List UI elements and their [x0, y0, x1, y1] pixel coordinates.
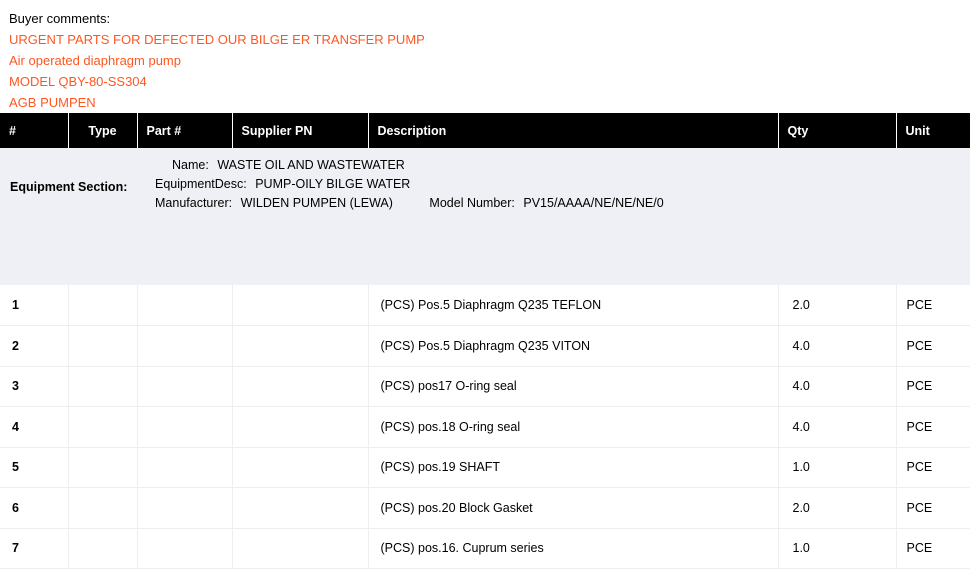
cell-part-number: [137, 528, 233, 569]
buyer-comment-line-4: AGB PUMPEN: [9, 95, 96, 110]
table-body: Equipment Section: Name: WASTE OIL AND W…: [0, 148, 970, 569]
cell-part-number: [137, 285, 233, 326]
table-header: # Type Part # Supplier PN Description Qt…: [0, 113, 970, 148]
column-header-number[interactable]: #: [0, 113, 69, 148]
column-header-qty[interactable]: Qty: [778, 113, 897, 148]
cell-part-number: [137, 487, 233, 529]
cell-supplier-pn: [232, 285, 369, 326]
cell-unit: PCE: [896, 487, 970, 529]
equipment-section-cell: Equipment Section: Name: WASTE OIL AND W…: [0, 148, 970, 285]
table-row[interactable]: 6 (PCS) pos.20 Block Gasket 2.0 PCE: [0, 487, 970, 529]
equipment-desc-line: EquipmentDesc: PUMP-OILY BILGE WATER: [155, 175, 664, 194]
equipment-manufacturer-key: Manufacturer:: [155, 196, 233, 210]
cell-supplier-pn: [232, 487, 369, 529]
column-header-unit[interactable]: Unit: [896, 113, 970, 148]
equipment-name-key: Name:: [172, 158, 209, 172]
cell-unit: PCE: [896, 325, 970, 367]
cell-number: 3: [0, 366, 69, 407]
table-row[interactable]: 4 (PCS) pos.18 O-ring seal 4.0 PCE: [0, 406, 970, 448]
cell-unit: PCE: [896, 528, 970, 569]
cell-qty: 4.0: [778, 325, 897, 367]
cell-description: (PCS) pos.19 SHAFT: [368, 447, 779, 488]
cell-number: 4: [0, 406, 69, 448]
cell-supplier-pn: [232, 447, 369, 488]
cell-part-number: [137, 366, 233, 407]
buyer-comment-line-3: MODEL QBY-80-SS304: [9, 74, 147, 89]
cell-part-number: [137, 447, 233, 488]
cell-description: (PCS) pos.20 Block Gasket: [368, 487, 779, 529]
cell-number: 1: [0, 285, 69, 326]
cell-qty: 2.0: [778, 487, 897, 529]
equipment-name-line: Name: WASTE OIL AND WASTEWATER: [155, 156, 664, 175]
cell-type: [68, 406, 138, 448]
cell-qty: 4.0: [778, 366, 897, 407]
column-header-part-number[interactable]: Part #: [137, 113, 233, 148]
cell-unit: PCE: [896, 285, 970, 326]
cell-supplier-pn: [232, 366, 369, 407]
equipment-section-label: Equipment Section:: [10, 180, 128, 194]
equipment-model-value: PV15/AAAA/NE/NE/NE/0: [523, 196, 664, 210]
cell-unit: PCE: [896, 447, 970, 488]
table-row[interactable]: 3 (PCS) pos17 O-ring seal 4.0 PCE: [0, 366, 970, 407]
cell-type: [68, 487, 138, 529]
cell-qty: 4.0: [778, 406, 897, 448]
parts-table: # Type Part # Supplier PN Description Qt…: [0, 113, 970, 569]
equipment-manufacturer-value: WILDEN PUMPEN (LEWA): [240, 196, 393, 210]
buyer-comment-line-1: URGENT PARTS FOR DEFECTED OUR BILGE ER T…: [9, 32, 425, 47]
cell-qty: 2.0: [778, 285, 897, 326]
table-row[interactable]: 2 (PCS) Pos.5 Diaphragm Q235 VITON 4.0 P…: [0, 325, 970, 367]
cell-description: (PCS) pos17 O-ring seal: [368, 366, 779, 407]
cell-description: (PCS) Pos.5 Diaphragm Q235 VITON: [368, 325, 779, 367]
equipment-name-value: WASTE OIL AND WASTEWATER: [217, 158, 405, 172]
cell-type: [68, 447, 138, 488]
cell-supplier-pn: [232, 325, 369, 367]
equipment-model-key: Model Number:: [429, 196, 515, 210]
cell-description: (PCS) pos.16. Cuprum series: [368, 528, 779, 569]
cell-number: 6: [0, 487, 69, 529]
cell-number: 2: [0, 325, 69, 367]
cell-number: 5: [0, 447, 69, 488]
cell-part-number: [137, 325, 233, 367]
cell-supplier-pn: [232, 528, 369, 569]
cell-supplier-pn: [232, 406, 369, 448]
cell-qty: 1.0: [778, 528, 897, 569]
column-header-description[interactable]: Description: [368, 113, 779, 148]
equipment-section-details: Name: WASTE OIL AND WASTEWATER Equipment…: [155, 156, 664, 213]
cell-type: [68, 325, 138, 367]
equipment-desc-key: EquipmentDesc:: [155, 177, 247, 191]
equipment-manufacturer-line: Manufacturer: WILDEN PUMPEN (LEWA) Model…: [155, 194, 664, 213]
buyer-comments-label: Buyer comments:: [9, 11, 111, 26]
cell-part-number: [137, 406, 233, 448]
cell-description: (PCS) Pos.5 Diaphragm Q235 TEFLON: [368, 285, 779, 326]
buyer-comment-line-2: Air operated diaphragm pump: [9, 53, 181, 68]
equipment-desc-value: PUMP-OILY BILGE WATER: [255, 177, 411, 191]
cell-unit: PCE: [896, 406, 970, 448]
equipment-section-row: Equipment Section: Name: WASTE OIL AND W…: [0, 148, 970, 285]
cell-description: (PCS) pos.18 O-ring seal: [368, 406, 779, 448]
column-header-type[interactable]: Type: [68, 113, 138, 148]
cell-type: [68, 285, 138, 326]
column-header-supplier-pn[interactable]: Supplier PN: [232, 113, 369, 148]
table-row[interactable]: 7 (PCS) pos.16. Cuprum series 1.0 PCE: [0, 528, 970, 569]
table-row[interactable]: 1 (PCS) Pos.5 Diaphragm Q235 TEFLON 2.0 …: [0, 285, 970, 326]
cell-unit: PCE: [896, 366, 970, 407]
table-row[interactable]: 5 (PCS) pos.19 SHAFT 1.0 PCE: [0, 447, 970, 488]
buyer-comments-block: Buyer comments: URGENT PARTS FOR DEFECTE…: [0, 0, 970, 113]
cell-qty: 1.0: [778, 447, 897, 488]
cell-type: [68, 366, 138, 407]
cell-type: [68, 528, 138, 569]
table-header-row: # Type Part # Supplier PN Description Qt…: [0, 113, 970, 148]
cell-number: 7: [0, 528, 69, 569]
